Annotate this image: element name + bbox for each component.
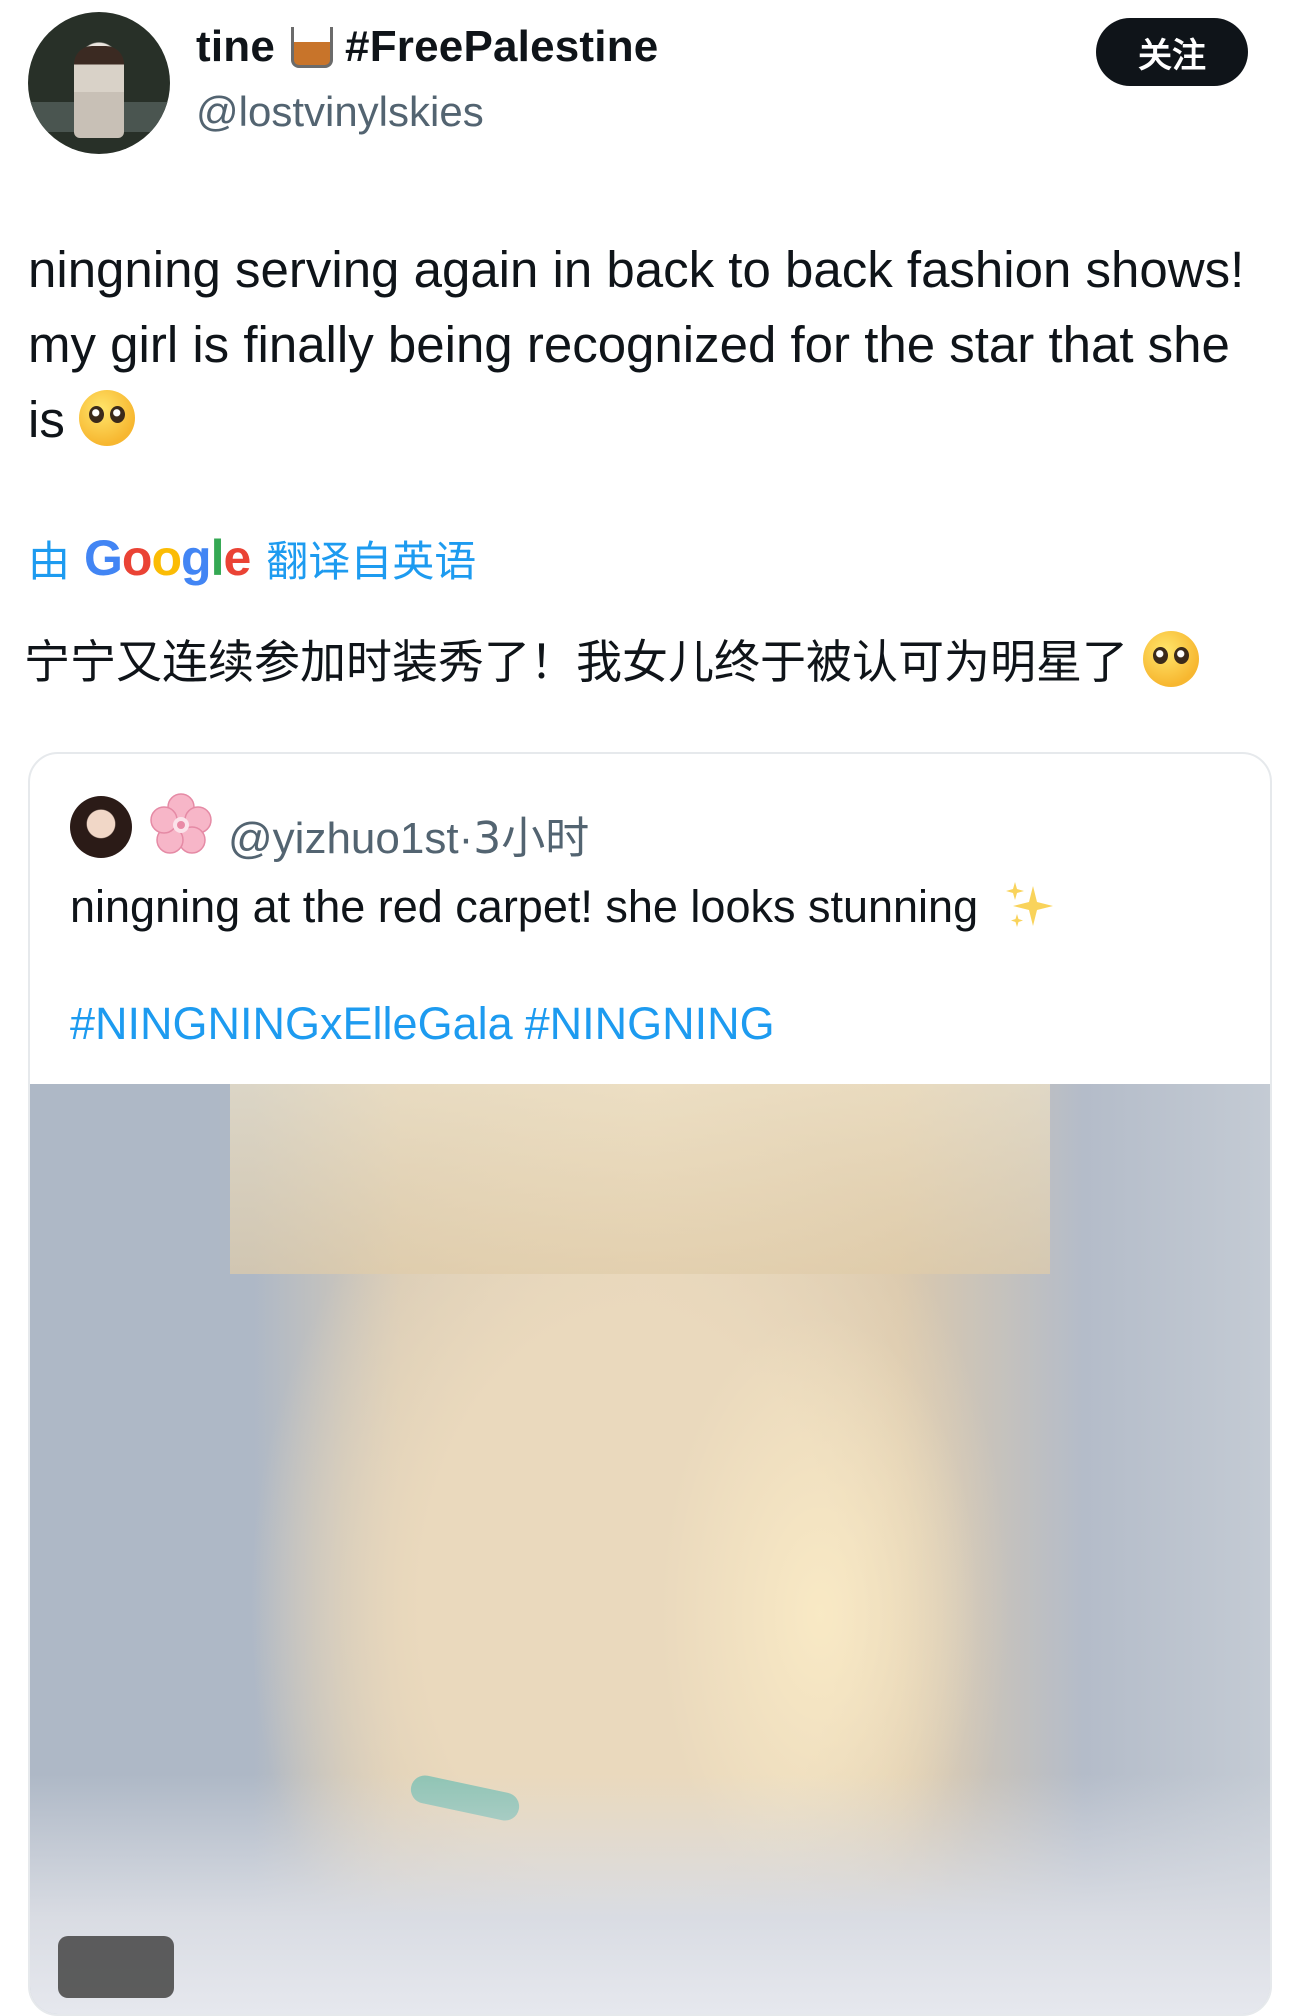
sparkles-icon [1005, 882, 1053, 927]
translated-suffix: 翻译自英语 [266, 536, 477, 586]
quoted-handle-line[interactable]: @yizhuo1st·3小时 [228, 802, 589, 866]
translated-prefix: 由 [28, 536, 71, 586]
quoted-text: ningning at the red carpet! she looks st… [70, 878, 1059, 934]
quoted-hashtags: #NINGNINGxElleGala #NINGNING [70, 998, 787, 1050]
media-badge[interactable] [58, 1936, 174, 1998]
author-avatar[interactable] [28, 12, 170, 154]
quoted-handle: @yizhuo1st [228, 814, 459, 863]
author-display-name[interactable]: tine #FreePalestine [196, 22, 658, 72]
tumbler-glass-icon [287, 23, 334, 69]
follow-button[interactable]: 关注 [1096, 18, 1248, 86]
quoted-separator: · [458, 814, 474, 863]
display-name-text: tine [196, 22, 276, 71]
google-logo: Google [84, 530, 251, 586]
hashtag-link[interactable]: #NINGNINGxElleGala [70, 998, 513, 1049]
quoted-media-photo[interactable] [30, 1084, 1270, 2014]
quoted-time: 3小时 [473, 813, 590, 864]
quoted-tweet[interactable]: @yizhuo1st·3小时 ningning at the red carpe… [28, 752, 1272, 2016]
display-name-hashtag: #FreePalestine [345, 22, 659, 71]
quoted-author-avatar[interactable] [70, 796, 132, 858]
translated-body: 宁宁又连续参加时装秀了！我女儿终于被认可为明星了 [24, 635, 1128, 689]
cherry-blossom-icon [150, 793, 212, 854]
translated-text: 宁宁又连续参加时装秀了！我女儿终于被认可为明星了 [24, 626, 1199, 692]
tweet-body: ningning serving again in back to back f… [28, 241, 1245, 448]
translated-by-google[interactable]: 由 Google 翻译自英语 [28, 528, 476, 588]
pleading-face-icon [1142, 631, 1199, 687]
author-username[interactable]: @lostvinylskies [196, 88, 484, 136]
quoted-body: ningning at the red carpet! she looks st… [70, 881, 979, 932]
tweet-text: ningning serving again in back to back f… [28, 232, 1258, 457]
hashtag-link[interactable]: #NINGNING [525, 998, 775, 1049]
avatar-figure [74, 46, 124, 138]
pleading-face-icon [79, 390, 136, 446]
